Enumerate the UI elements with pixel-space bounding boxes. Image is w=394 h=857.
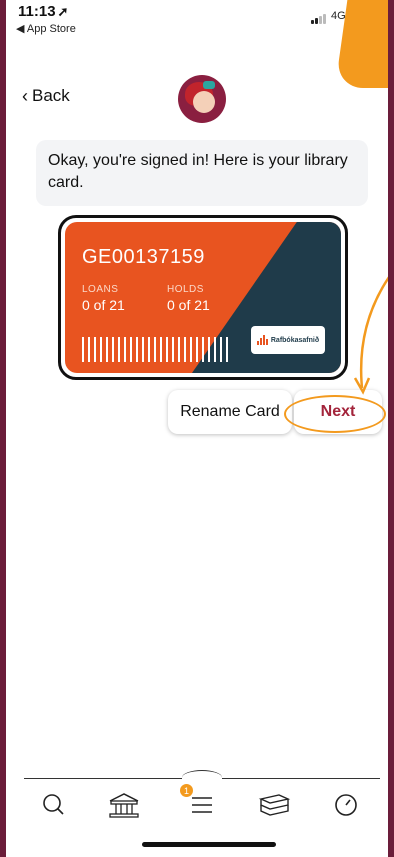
notification-badge: 1 — [180, 784, 193, 797]
library-logo: Rafbókasafnið — [251, 326, 325, 354]
library-logo-icon — [256, 335, 268, 345]
shelf-icon[interactable] — [256, 788, 292, 822]
app-screen: 11:13 ➚ ◀ App Store 4G ‹ Back Okay, you'r… — [6, 0, 388, 857]
holds-value: 0 of 21 — [167, 297, 210, 313]
signed-in-message: Okay, you're signed in! Here is your lib… — [36, 140, 368, 206]
loans-label: LOANS — [82, 284, 119, 295]
holds-label: HOLDS — [167, 284, 204, 295]
search-icon[interactable] — [36, 788, 72, 822]
loans-value: 0 of 21 — [82, 297, 125, 313]
location-arrow-icon: ➚ — [57, 4, 69, 19]
library-name: Rafbókasafnið — [270, 336, 320, 344]
message-text: Okay, you're signed in! Here is your lib… — [48, 152, 348, 191]
next-button[interactable]: Next — [294, 390, 382, 434]
clock-icon[interactable] — [328, 788, 364, 822]
rename-card-button[interactable]: Rename Card — [168, 390, 292, 434]
libby-avatar — [178, 75, 226, 123]
signal-strength-icon — [311, 14, 326, 24]
tab-bar-handle[interactable] — [182, 770, 222, 785]
library-card[interactable]: GE00137159 LOANS 0 of 21 HOLDS 0 of 21 R… — [58, 215, 348, 380]
home-indicator[interactable] — [142, 842, 276, 847]
back-button[interactable]: ‹ Back — [22, 86, 70, 106]
barcode-icon — [82, 337, 228, 362]
chevron-left-icon: ‹ — [22, 86, 28, 106]
return-to-app-store[interactable]: ◀ App Store — [16, 22, 76, 35]
card-number: GE00137159 — [82, 246, 205, 268]
back-label: Back — [32, 86, 70, 105]
status-time: 11:13 ➚ — [18, 3, 69, 20]
library-icon[interactable] — [106, 788, 142, 822]
network-type: 4G — [331, 10, 346, 22]
library-card-face: GE00137159 LOANS 0 of 21 HOLDS 0 of 21 R… — [65, 222, 341, 373]
